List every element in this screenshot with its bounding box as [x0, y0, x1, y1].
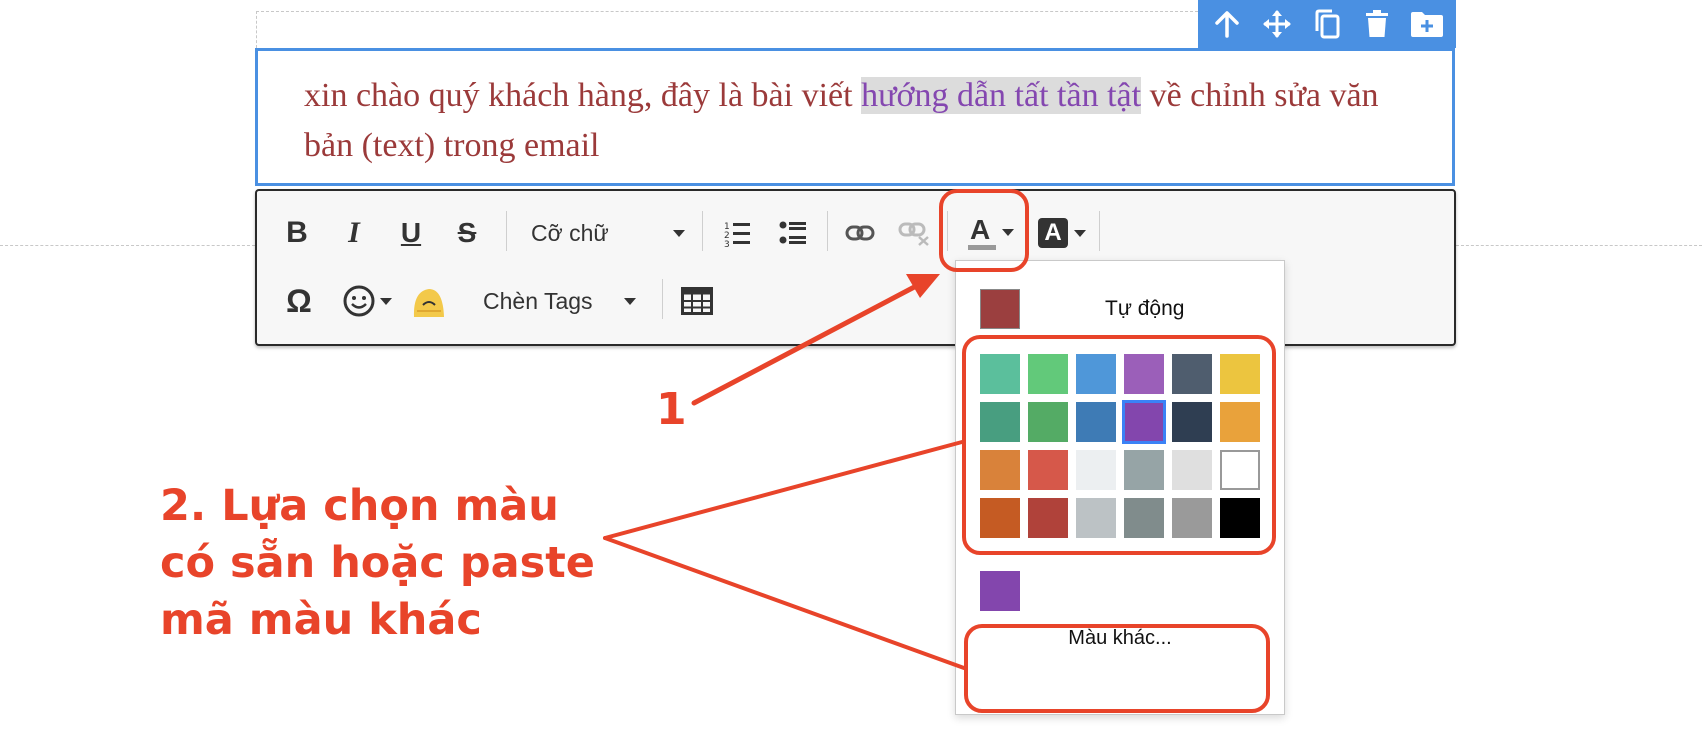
- bold-button[interactable]: B: [277, 213, 317, 253]
- ordered-list-icon: 1 2 3: [724, 222, 750, 247]
- font-size-label: Cỡ chữ: [531, 219, 609, 246]
- toolbar-divider: [702, 211, 703, 251]
- chevron-down-icon: [673, 229, 685, 237]
- link-button[interactable]: [840, 213, 880, 253]
- block-action-bar: [1198, 0, 1456, 48]
- table-icon: [681, 287, 713, 315]
- special-character-button[interactable]: Ω: [277, 279, 321, 323]
- emoji-picker-button[interactable]: [407, 279, 451, 323]
- strikethrough-button[interactable]: S: [447, 213, 487, 253]
- auto-color-label: Tự động: [1105, 297, 1185, 320]
- underline-button[interactable]: U: [391, 213, 431, 253]
- italic-button[interactable]: I: [334, 213, 374, 253]
- smiley-icon: [343, 285, 375, 317]
- chevron-down-icon: [624, 297, 636, 305]
- insert-table-button[interactable]: [675, 279, 719, 323]
- link-icon: [845, 225, 875, 241]
- toolbar-divider: [506, 211, 507, 251]
- insert-tags-label: Chèn Tags: [483, 287, 593, 314]
- toolbar-divider: [662, 279, 663, 319]
- chevron-down-icon: [380, 297, 392, 305]
- guide-line-left: [256, 11, 257, 48]
- background-color-icon: A: [1038, 218, 1068, 248]
- annotation-box-more-colors: [964, 624, 1270, 713]
- auto-color-swatch: [980, 289, 1020, 329]
- background-color-letter: A: [1044, 219, 1062, 246]
- ordered-list-button[interactable]: 1 2 3: [717, 213, 757, 253]
- toolbar-divider: [827, 211, 828, 251]
- annotation-box-palette: [962, 335, 1276, 555]
- auto-color-option[interactable]: Tự động: [980, 289, 1270, 331]
- emoji-face-icon: [413, 289, 444, 317]
- bullet-list-icon: [779, 221, 806, 244]
- copy-icon: [1315, 9, 1340, 39]
- editor-text[interactable]: xin chào quý khách hàng, đây là bài viết…: [304, 71, 1414, 171]
- delete-button[interactable]: [1357, 2, 1397, 46]
- step1-label: 1: [656, 384, 687, 435]
- selected-text: hướng dẫn tất tần tật: [861, 77, 1142, 114]
- move-up-button[interactable]: [1207, 2, 1247, 46]
- emoji-button[interactable]: [337, 279, 397, 323]
- arrow-up-icon: [1215, 11, 1239, 38]
- text-block[interactable]: xin chào quý khách hàng, đây là bài viết…: [255, 48, 1455, 186]
- drag-move-button[interactable]: [1257, 2, 1297, 46]
- step2-callout: 2. Lựa chọn màu có sẵn hoặc paste mã màu…: [160, 481, 595, 645]
- strikethrough-label: S: [457, 217, 477, 248]
- font-size-dropdown[interactable]: Cỡ chữ: [519, 213, 689, 253]
- guide-line-left-mid: [0, 245, 255, 246]
- text-before: xin chào quý khách hàng, đây là bài viết: [304, 77, 862, 114]
- unlink-icon: [898, 222, 929, 246]
- underline-label: U: [400, 217, 422, 248]
- guide-line-top: [256, 11, 1198, 12]
- insert-tags-dropdown[interactable]: Chèn Tags: [475, 279, 640, 323]
- duplicate-button[interactable]: [1307, 2, 1347, 46]
- toolbar-divider: [1099, 211, 1100, 251]
- bullet-list-button[interactable]: [773, 213, 813, 253]
- unlink-button[interactable]: [894, 213, 934, 253]
- bold-label: B: [286, 216, 308, 249]
- move-icon: [1263, 10, 1291, 38]
- annotation-box-text-color: [939, 189, 1029, 272]
- chevron-down-icon: [1074, 229, 1086, 237]
- add-folder-icon: [1411, 12, 1443, 37]
- guide-line-right-mid: [1456, 245, 1702, 246]
- background-color-button[interactable]: A: [1032, 213, 1092, 253]
- svg-text:3: 3: [724, 240, 730, 247]
- trash-icon: [1366, 10, 1388, 37]
- pointer-line-more-colors: [603, 536, 966, 670]
- save-block-button[interactable]: [1407, 2, 1447, 46]
- omega-icon: Ω: [286, 282, 312, 319]
- pointer-line-palette: [603, 440, 964, 540]
- italic-label: I: [348, 216, 360, 249]
